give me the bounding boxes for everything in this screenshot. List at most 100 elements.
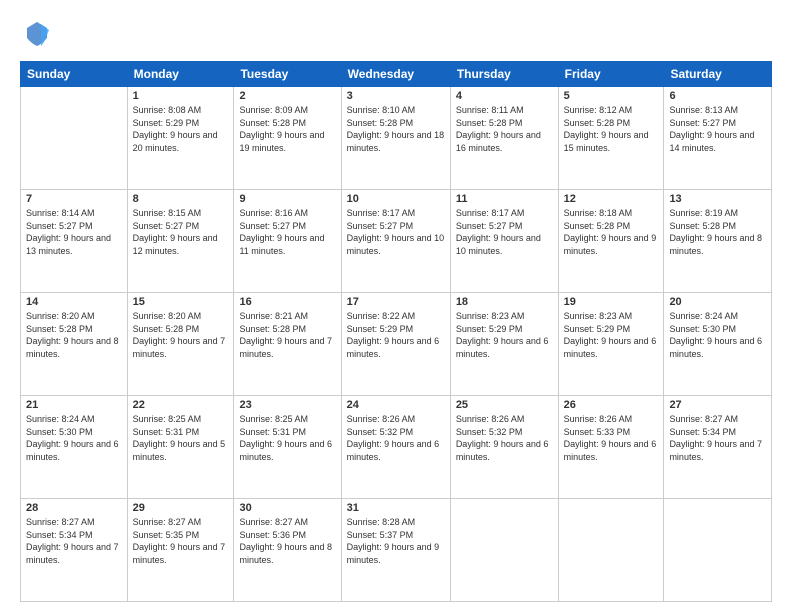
daylight: Daylight: 9 hours and 7 minutes. (239, 336, 332, 359)
daylight: Daylight: 9 hours and 6 minutes. (669, 336, 762, 359)
calendar-cell: 11 Sunrise: 8:17 AM Sunset: 5:27 PM Dayl… (450, 190, 558, 293)
daylight: Daylight: 9 hours and 10 minutes. (456, 233, 541, 256)
sunset: Sunset: 5:37 PM (347, 530, 414, 540)
sunset: Sunset: 5:28 PM (669, 221, 736, 231)
daylight: Daylight: 9 hours and 6 minutes. (239, 439, 332, 462)
daylight: Daylight: 9 hours and 8 minutes. (669, 233, 762, 256)
sunset: Sunset: 5:27 PM (669, 118, 736, 128)
cell-info: Sunrise: 8:25 AM Sunset: 5:31 PM Dayligh… (133, 413, 229, 463)
calendar-cell: 25 Sunrise: 8:26 AM Sunset: 5:32 PM Dayl… (450, 396, 558, 499)
header (20, 18, 772, 51)
sunset: Sunset: 5:32 PM (347, 427, 414, 437)
day-number: 4 (456, 90, 553, 102)
sunset: Sunset: 5:27 PM (239, 221, 306, 231)
sunrise: Sunrise: 8:26 AM (347, 414, 416, 424)
daylight: Daylight: 9 hours and 10 minutes. (347, 233, 445, 256)
weekday-header: Monday (127, 62, 234, 87)
sunset: Sunset: 5:30 PM (26, 427, 93, 437)
calendar-cell: 4 Sunrise: 8:11 AM Sunset: 5:28 PM Dayli… (450, 87, 558, 190)
daylight: Daylight: 9 hours and 5 minutes. (133, 439, 226, 462)
daylight: Daylight: 9 hours and 6 minutes. (564, 336, 657, 359)
sunrise: Sunrise: 8:09 AM (239, 105, 308, 115)
daylight: Daylight: 9 hours and 8 minutes. (26, 336, 119, 359)
day-number: 10 (347, 193, 445, 205)
sunrise: Sunrise: 8:08 AM (133, 105, 202, 115)
daylight: Daylight: 9 hours and 16 minutes. (456, 130, 541, 153)
cell-info: Sunrise: 8:19 AM Sunset: 5:28 PM Dayligh… (669, 207, 766, 257)
calendar-cell: 14 Sunrise: 8:20 AM Sunset: 5:28 PM Dayl… (21, 293, 128, 396)
cell-info: Sunrise: 8:26 AM Sunset: 5:32 PM Dayligh… (456, 413, 553, 463)
day-number: 13 (669, 193, 766, 205)
daylight: Daylight: 9 hours and 19 minutes. (239, 130, 324, 153)
cell-info: Sunrise: 8:12 AM Sunset: 5:28 PM Dayligh… (564, 104, 659, 154)
weekday-header: Thursday (450, 62, 558, 87)
day-number: 17 (347, 296, 445, 308)
sunset: Sunset: 5:29 PM (456, 324, 523, 334)
sunset: Sunset: 5:29 PM (133, 118, 200, 128)
day-number: 29 (133, 502, 229, 514)
cell-info: Sunrise: 8:14 AM Sunset: 5:27 PM Dayligh… (26, 207, 122, 257)
sunset: Sunset: 5:28 PM (26, 324, 93, 334)
calendar-cell: 8 Sunrise: 8:15 AM Sunset: 5:27 PM Dayli… (127, 190, 234, 293)
calendar-cell: 22 Sunrise: 8:25 AM Sunset: 5:31 PM Dayl… (127, 396, 234, 499)
sunrise: Sunrise: 8:25 AM (133, 414, 202, 424)
day-number: 18 (456, 296, 553, 308)
daylight: Daylight: 9 hours and 13 minutes. (26, 233, 111, 256)
sunset: Sunset: 5:33 PM (564, 427, 631, 437)
cell-info: Sunrise: 8:26 AM Sunset: 5:33 PM Dayligh… (564, 413, 659, 463)
daylight: Daylight: 9 hours and 6 minutes. (347, 439, 440, 462)
cell-info: Sunrise: 8:23 AM Sunset: 5:29 PM Dayligh… (564, 310, 659, 360)
calendar-cell (450, 499, 558, 602)
weekday-header: Wednesday (341, 62, 450, 87)
weekday-header: Friday (558, 62, 664, 87)
sunrise: Sunrise: 8:17 AM (347, 208, 416, 218)
calendar-cell (664, 499, 772, 602)
sunrise: Sunrise: 8:24 AM (669, 311, 738, 321)
calendar-cell: 18 Sunrise: 8:23 AM Sunset: 5:29 PM Dayl… (450, 293, 558, 396)
calendar-cell: 10 Sunrise: 8:17 AM Sunset: 5:27 PM Dayl… (341, 190, 450, 293)
sunset: Sunset: 5:28 PM (456, 118, 523, 128)
calendar-cell: 16 Sunrise: 8:21 AM Sunset: 5:28 PM Dayl… (234, 293, 341, 396)
calendar-cell: 29 Sunrise: 8:27 AM Sunset: 5:35 PM Dayl… (127, 499, 234, 602)
calendar-row: 7 Sunrise: 8:14 AM Sunset: 5:27 PM Dayli… (21, 190, 772, 293)
cell-info: Sunrise: 8:22 AM Sunset: 5:29 PM Dayligh… (347, 310, 445, 360)
sunset: Sunset: 5:34 PM (669, 427, 736, 437)
calendar-cell: 28 Sunrise: 8:27 AM Sunset: 5:34 PM Dayl… (21, 499, 128, 602)
day-number: 30 (239, 502, 335, 514)
sunset: Sunset: 5:30 PM (669, 324, 736, 334)
daylight: Daylight: 9 hours and 15 minutes. (564, 130, 649, 153)
sunset: Sunset: 5:29 PM (564, 324, 631, 334)
cell-info: Sunrise: 8:10 AM Sunset: 5:28 PM Dayligh… (347, 104, 445, 154)
sunrise: Sunrise: 8:27 AM (26, 517, 95, 527)
day-number: 8 (133, 193, 229, 205)
sunrise: Sunrise: 8:27 AM (669, 414, 738, 424)
calendar-cell: 12 Sunrise: 8:18 AM Sunset: 5:28 PM Dayl… (558, 190, 664, 293)
logo (20, 18, 51, 51)
daylight: Daylight: 9 hours and 20 minutes. (133, 130, 218, 153)
calendar-cell: 24 Sunrise: 8:26 AM Sunset: 5:32 PM Dayl… (341, 396, 450, 499)
sunrise: Sunrise: 8:10 AM (347, 105, 416, 115)
calendar-cell: 3 Sunrise: 8:10 AM Sunset: 5:28 PM Dayli… (341, 87, 450, 190)
cell-info: Sunrise: 8:13 AM Sunset: 5:27 PM Dayligh… (669, 104, 766, 154)
day-number: 7 (26, 193, 122, 205)
cell-info: Sunrise: 8:17 AM Sunset: 5:27 PM Dayligh… (456, 207, 553, 257)
daylight: Daylight: 9 hours and 6 minutes. (347, 336, 440, 359)
cell-info: Sunrise: 8:15 AM Sunset: 5:27 PM Dayligh… (133, 207, 229, 257)
calendar-cell: 6 Sunrise: 8:13 AM Sunset: 5:27 PM Dayli… (664, 87, 772, 190)
daylight: Daylight: 9 hours and 6 minutes. (456, 336, 549, 359)
sunrise: Sunrise: 8:16 AM (239, 208, 308, 218)
daylight: Daylight: 9 hours and 8 minutes. (239, 542, 332, 565)
sunset: Sunset: 5:27 PM (347, 221, 414, 231)
calendar-cell: 7 Sunrise: 8:14 AM Sunset: 5:27 PM Dayli… (21, 190, 128, 293)
day-number: 24 (347, 399, 445, 411)
day-number: 11 (456, 193, 553, 205)
sunrise: Sunrise: 8:13 AM (669, 105, 738, 115)
daylight: Daylight: 9 hours and 6 minutes. (456, 439, 549, 462)
calendar-row: 14 Sunrise: 8:20 AM Sunset: 5:28 PM Dayl… (21, 293, 772, 396)
day-number: 9 (239, 193, 335, 205)
sunrise: Sunrise: 8:17 AM (456, 208, 525, 218)
sunrise: Sunrise: 8:20 AM (133, 311, 202, 321)
sunrise: Sunrise: 8:23 AM (564, 311, 633, 321)
day-number: 14 (26, 296, 122, 308)
cell-info: Sunrise: 8:17 AM Sunset: 5:27 PM Dayligh… (347, 207, 445, 257)
